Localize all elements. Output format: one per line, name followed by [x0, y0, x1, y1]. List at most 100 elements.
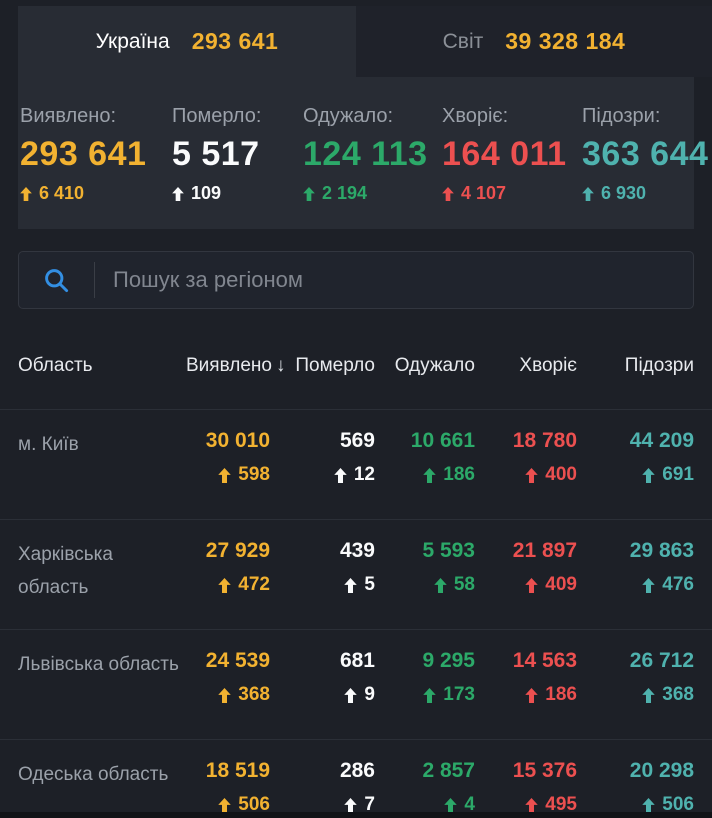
table-cell: 18 780 400 — [475, 410, 577, 519]
cell-delta-value: 598 — [238, 464, 270, 486]
tab-ukraine[interactable]: Україна 293 641 — [18, 6, 356, 77]
table-cell: 681 9 — [270, 630, 375, 739]
cell-delta-value: 368 — [238, 684, 270, 706]
cell-delta-value: 173 — [443, 684, 475, 706]
stat-card: Одужало: 124 113 2 194 — [303, 105, 442, 229]
up-arrow-icon — [344, 798, 357, 813]
cell-value: 2 857 — [375, 758, 475, 784]
header-suspected[interactable]: Підозри — [577, 355, 694, 377]
header-sick[interactable]: Хворіє — [475, 355, 577, 377]
cell-value: 18 519 — [186, 758, 270, 784]
cell-value: 681 — [270, 648, 375, 674]
up-arrow-icon — [303, 187, 315, 201]
cell-value: 5 593 — [375, 538, 475, 564]
cell-value: 29 863 — [577, 538, 694, 564]
header-recovered[interactable]: Одужало — [375, 355, 475, 377]
region-name: Одеська область — [18, 740, 186, 818]
stat-value: 124 113 — [303, 135, 442, 174]
up-arrow-icon — [642, 468, 655, 483]
tab-world[interactable]: Світ 39 328 184 — [356, 6, 712, 77]
up-arrow-icon — [642, 688, 655, 703]
table-row: Львівська область 24 539 368 681 9 9 295… — [0, 629, 712, 739]
header-deaths[interactable]: Померло — [270, 355, 375, 377]
table-row: Одеська область 18 519 506 286 7 2 857 4… — [0, 739, 712, 818]
search-icon[interactable] — [19, 267, 94, 294]
stat-delta: 2 194 — [303, 183, 442, 204]
table-cell: 29 863 476 — [577, 520, 694, 629]
stat-label: Підозри: — [582, 105, 694, 128]
up-arrow-icon — [172, 187, 184, 201]
tab-ukraine-total: 293 641 — [192, 28, 279, 55]
cell-delta-value: 58 — [454, 574, 475, 596]
stat-value: 363 644 — [582, 135, 694, 174]
table-cell: 439 5 — [270, 520, 375, 629]
table-cell: 14 563 186 — [475, 630, 577, 739]
up-arrow-icon — [582, 187, 594, 201]
up-arrow-icon — [423, 688, 436, 703]
cell-delta-value: 186 — [443, 464, 475, 486]
stat-value: 164 011 — [442, 135, 582, 174]
table-row: Харківська область 27 929 472 439 5 5 59… — [0, 519, 712, 629]
table-cell: 569 12 — [270, 410, 375, 519]
table-cell: 26 712 368 — [577, 630, 694, 739]
stat-card: Хворіє: 164 011 4 107 — [442, 105, 582, 229]
stat-delta-value: 2 194 — [322, 183, 367, 204]
cell-value: 10 661 — [375, 428, 475, 454]
region-search-bar — [18, 251, 694, 309]
up-arrow-icon — [525, 468, 538, 483]
stat-delta: 109 — [172, 183, 303, 204]
up-arrow-icon — [525, 688, 538, 703]
cell-value: 26 712 — [577, 648, 694, 674]
summary-stats-panel: Виявлено: 293 641 6 410 Померло: 5 517 1… — [18, 77, 694, 229]
cell-value: 286 — [270, 758, 375, 784]
cell-value: 24 539 — [186, 648, 270, 674]
cell-value: 21 897 — [475, 538, 577, 564]
cell-value: 569 — [270, 428, 375, 454]
header-confirmed[interactable]: Виявлено↓ — [186, 355, 270, 377]
up-arrow-icon — [20, 187, 32, 201]
cell-delta-value: 368 — [662, 684, 694, 706]
tab-world-label: Світ — [443, 30, 484, 54]
cell-value: 20 298 — [577, 758, 694, 784]
cell-delta-value: 5 — [364, 574, 375, 596]
stat-label: Хворіє: — [442, 105, 582, 128]
tab-ukraine-label: Україна — [96, 30, 170, 54]
cell-value: 27 929 — [186, 538, 270, 564]
stat-card: Виявлено: 293 641 6 410 — [20, 105, 172, 229]
stat-label: Виявлено: — [20, 105, 172, 128]
table-cell: 18 519 506 — [186, 740, 270, 818]
table-cell: 21 897 409 — [475, 520, 577, 629]
cell-delta-value: 9 — [364, 684, 375, 706]
bottom-edge — [0, 812, 712, 818]
cell-delta: 58 — [375, 574, 475, 596]
cell-value: 14 563 — [475, 648, 577, 674]
cell-delta: 9 — [270, 684, 375, 706]
cell-delta: 476 — [577, 574, 694, 596]
cell-delta-value: 409 — [545, 574, 577, 596]
region-name: Львівська область — [18, 630, 186, 739]
up-arrow-icon — [642, 798, 655, 813]
table-cell: 30 010 598 — [186, 410, 270, 519]
table-cell: 44 209 691 — [577, 410, 694, 519]
cell-delta-value: 12 — [354, 464, 375, 486]
tab-world-total: 39 328 184 — [505, 28, 625, 55]
cell-value: 15 376 — [475, 758, 577, 784]
up-arrow-icon — [218, 468, 231, 483]
cell-delta: 598 — [186, 464, 270, 486]
table-cell: 286 7 — [270, 740, 375, 818]
region-search-input[interactable] — [95, 252, 693, 308]
regions-table: Область Виявлено↓ Померло Одужало Хворіє… — [0, 309, 712, 818]
cell-delta-value: 400 — [545, 464, 577, 486]
cell-delta-value: 186 — [545, 684, 577, 706]
stat-delta: 4 107 — [442, 183, 582, 204]
region-name: м. Київ — [18, 410, 186, 519]
cell-delta: 368 — [186, 684, 270, 706]
table-header-row: Область Виявлено↓ Померло Одужало Хворіє… — [0, 309, 712, 409]
stat-delta-value: 6 930 — [601, 183, 646, 204]
stat-label: Померло: — [172, 105, 303, 128]
stat-card: Померло: 5 517 109 — [172, 105, 303, 229]
cell-delta-value: 472 — [238, 574, 270, 596]
cell-delta: 400 — [475, 464, 577, 486]
up-arrow-icon — [423, 468, 436, 483]
cell-value: 439 — [270, 538, 375, 564]
